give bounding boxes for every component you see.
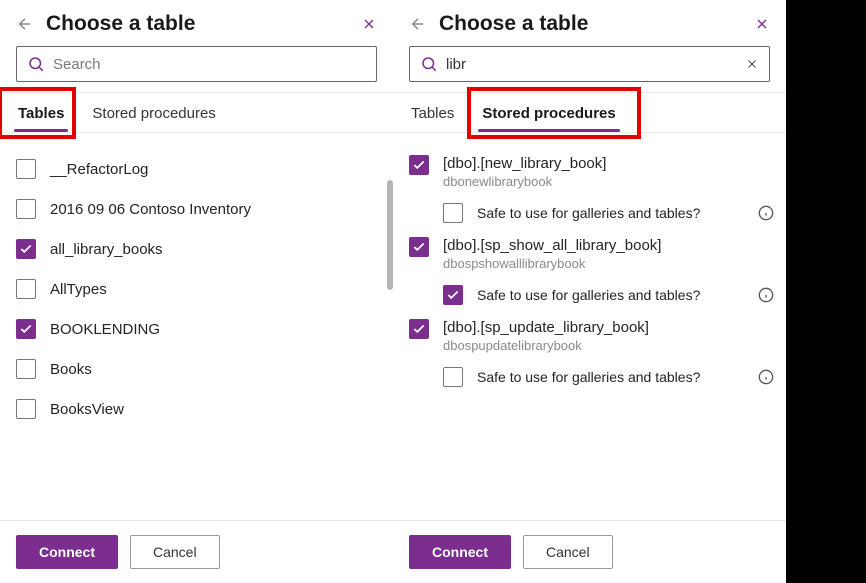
footer: Connect Cancel: [0, 520, 393, 583]
search-icon: [27, 55, 45, 73]
tables-list[interactable]: __RefactorLog 2016 09 06 Contoso Inventor…: [0, 133, 393, 520]
table-label: __RefactorLog: [50, 161, 148, 178]
safe-label: Safe to use for galleries and tables?: [477, 205, 748, 221]
search-input[interactable]: [446, 56, 745, 73]
connect-button[interactable]: Connect: [409, 535, 511, 569]
checkbox[interactable]: [16, 199, 36, 219]
info-icon[interactable]: [758, 205, 774, 221]
tab-tables[interactable]: Tables: [4, 93, 78, 132]
safe-label: Safe to use for galleries and tables?: [477, 287, 748, 303]
procedure-item: [dbo].[sp_update_library_book] dbospupdat…: [409, 313, 774, 395]
search-icon: [420, 55, 438, 73]
table-label: 2016 09 06 Contoso Inventory: [50, 201, 251, 218]
table-label: BooksView: [50, 401, 124, 418]
procedure-subtitle: dbospshowalllibrarybook: [443, 256, 661, 271]
search-container: [0, 46, 393, 92]
safe-checkbox[interactable]: [443, 285, 463, 305]
checkbox[interactable]: [16, 239, 36, 259]
header: Choose a table: [393, 0, 786, 46]
connect-button[interactable]: Connect: [16, 535, 118, 569]
table-row[interactable]: BooksView: [16, 389, 381, 429]
table-row[interactable]: 2016 09 06 Contoso Inventory: [16, 189, 381, 229]
procedure-subtitle: dbonewlibrarybook: [443, 174, 606, 189]
checkbox[interactable]: [16, 359, 36, 379]
cancel-button[interactable]: Cancel: [130, 535, 220, 569]
clear-icon[interactable]: [745, 57, 759, 71]
info-icon[interactable]: [758, 287, 774, 303]
checkbox[interactable]: [16, 399, 36, 419]
back-arrow-icon[interactable]: [16, 15, 34, 33]
table-chooser-panel-right: Choose a table Tables Stored procedures …: [393, 0, 786, 583]
search-input[interactable]: [53, 56, 366, 73]
safe-label: Safe to use for galleries and tables?: [477, 369, 748, 385]
procedure-title: [dbo].[new_library_book]: [443, 155, 606, 172]
procedure-item: [dbo].[sp_show_all_library_book] dbospsho…: [409, 231, 774, 313]
procedure-title: [dbo].[sp_update_library_book]: [443, 319, 649, 336]
table-label: AllTypes: [50, 281, 107, 298]
info-icon[interactable]: [758, 369, 774, 385]
table-row[interactable]: __RefactorLog: [16, 149, 381, 189]
procedure-item: [dbo].[new_library_book] dbonewlibraryboo…: [409, 149, 774, 231]
page-title: Choose a table: [439, 12, 754, 36]
close-icon[interactable]: [754, 16, 770, 32]
back-arrow-icon[interactable]: [409, 15, 427, 33]
checkbox[interactable]: [16, 279, 36, 299]
cancel-button[interactable]: Cancel: [523, 535, 613, 569]
tab-stored-procedures[interactable]: Stored procedures: [468, 93, 629, 132]
search-container: [393, 46, 786, 92]
table-row[interactable]: AllTypes: [16, 269, 381, 309]
header: Choose a table: [0, 0, 393, 46]
table-label: all_library_books: [50, 241, 163, 258]
footer: Connect Cancel: [393, 520, 786, 583]
tab-stored-procedures[interactable]: Stored procedures: [78, 93, 229, 132]
table-row[interactable]: all_library_books: [16, 229, 381, 269]
checkbox[interactable]: [16, 159, 36, 179]
procedure-subtitle: dbospupdatelibrarybook: [443, 338, 649, 353]
table-row[interactable]: Books: [16, 349, 381, 389]
page-title: Choose a table: [46, 12, 361, 36]
tab-tables[interactable]: Tables: [397, 93, 468, 132]
checkbox[interactable]: [409, 319, 429, 339]
close-icon[interactable]: [361, 16, 377, 32]
procedures-list[interactable]: [dbo].[new_library_book] dbonewlibraryboo…: [393, 133, 786, 520]
tabs: Tables Stored procedures: [393, 92, 786, 133]
safe-checkbox[interactable]: [443, 367, 463, 387]
table-row[interactable]: BOOKLENDING: [16, 309, 381, 349]
search-box[interactable]: [16, 46, 377, 82]
procedure-title: [dbo].[sp_show_all_library_book]: [443, 237, 661, 254]
table-label: Books: [50, 361, 92, 378]
table-chooser-panel-left: Choose a table Tables Stored procedures …: [0, 0, 393, 583]
tabs: Tables Stored procedures: [0, 92, 393, 133]
table-label: BOOKLENDING: [50, 321, 160, 338]
safe-checkbox[interactable]: [443, 203, 463, 223]
checkbox[interactable]: [16, 319, 36, 339]
search-box[interactable]: [409, 46, 770, 82]
checkbox[interactable]: [409, 155, 429, 175]
checkbox[interactable]: [409, 237, 429, 257]
